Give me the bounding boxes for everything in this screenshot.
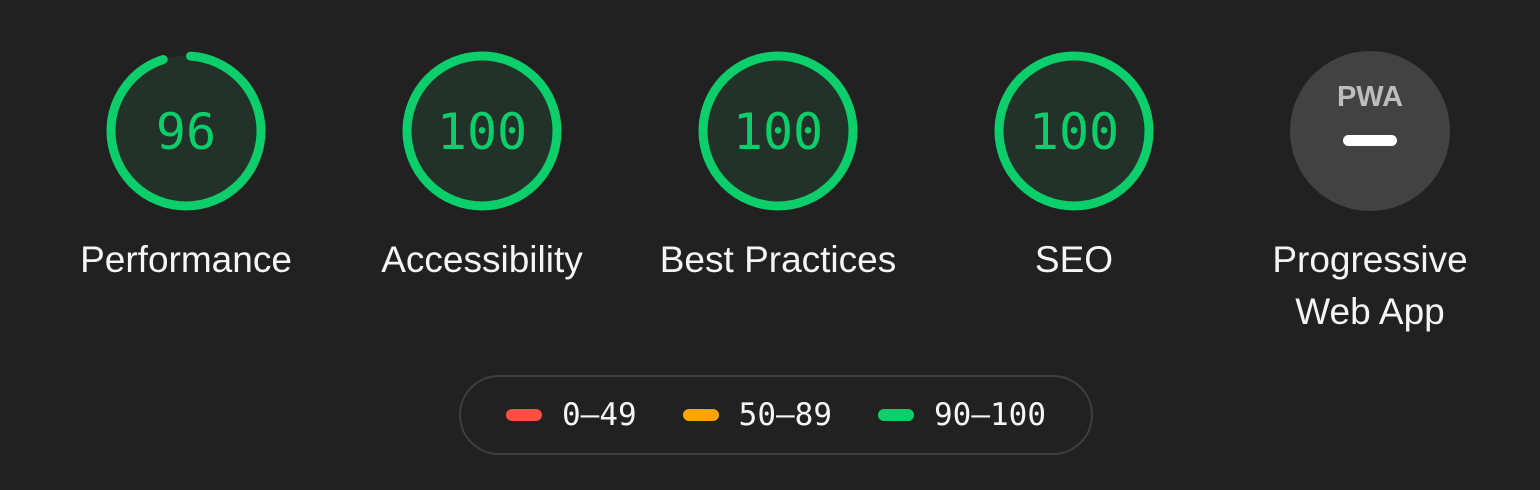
gauge-ring-icon: 100 bbox=[698, 51, 858, 211]
legend-range: 90–100 bbox=[934, 397, 1046, 433]
gauge-label: Progressive Web App bbox=[1250, 234, 1490, 338]
gauge-pwa[interactable]: PWA Progressive Web App bbox=[1250, 50, 1490, 338]
gauge-best-practices[interactable]: 100 Best Practices bbox=[658, 50, 898, 286]
gauge-ring-icon: 96 bbox=[106, 51, 266, 211]
legend-item-pass: 90–100 bbox=[878, 397, 1046, 433]
pass-swatch-icon bbox=[878, 409, 914, 421]
gauge-label: Accessibility bbox=[381, 239, 583, 280]
gauge-label-line1: Progressive bbox=[1272, 239, 1468, 280]
legend-range: 0–49 bbox=[562, 397, 637, 433]
legend-item-fail: 0–49 bbox=[506, 397, 637, 433]
gauge-performance[interactable]: 96 Performance bbox=[66, 50, 306, 286]
pwa-logo-text: PWA bbox=[1337, 81, 1403, 113]
legend-range: 50–89 bbox=[738, 397, 832, 433]
legend-item-average: 50–89 bbox=[682, 397, 832, 433]
gauge-label: Best Practices bbox=[659, 239, 897, 280]
gauge-accessibility[interactable]: 100 Accessibility bbox=[362, 50, 602, 286]
gauge-label-line2: Web App bbox=[1295, 291, 1445, 332]
gauge-score: 100 bbox=[1029, 103, 1119, 161]
gauge-score: 100 bbox=[733, 103, 823, 161]
pwa-dash-icon bbox=[1343, 135, 1397, 146]
gauge-ring-icon: 100 bbox=[994, 51, 1154, 211]
gauge-ring-icon: 100 bbox=[402, 51, 562, 211]
gauge-label: Performance bbox=[80, 239, 292, 280]
gauge-label: SEO bbox=[1034, 239, 1114, 280]
gauge-score: 100 bbox=[437, 103, 527, 161]
average-swatch-icon bbox=[682, 409, 719, 421]
gauge-score: 96 bbox=[156, 103, 216, 161]
pwa-badge-icon: PWA bbox=[1290, 51, 1450, 211]
gauge-seo[interactable]: 100 SEO bbox=[954, 50, 1194, 286]
score-scale-legend: 0–49 50–89 90–100 bbox=[459, 375, 1093, 455]
fail-swatch-icon bbox=[506, 409, 543, 421]
